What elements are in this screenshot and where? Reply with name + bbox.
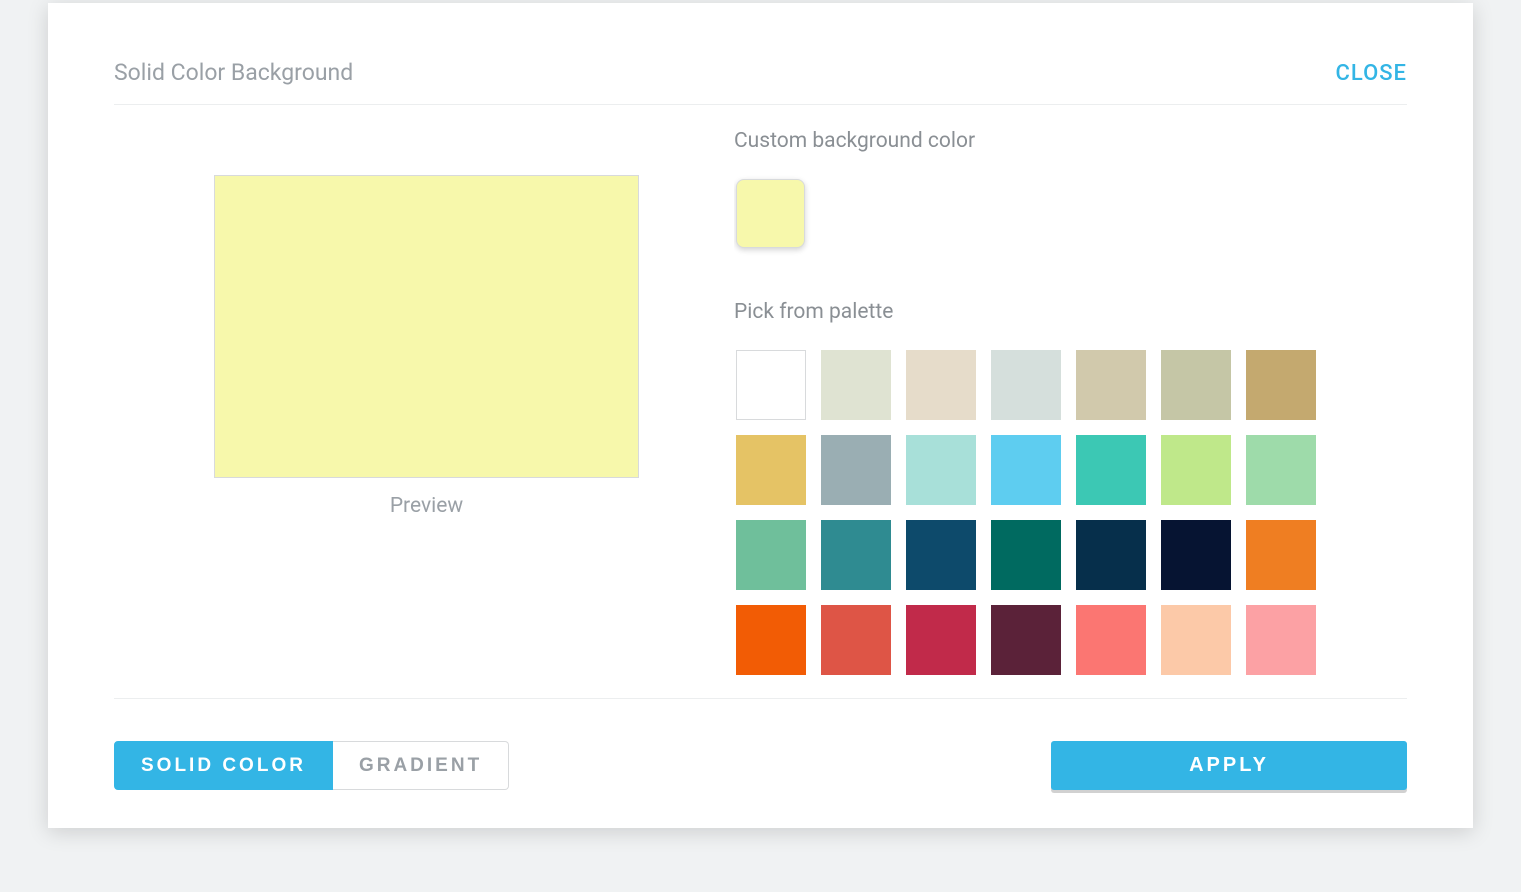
modal-title: Solid Color Background (114, 59, 353, 86)
palette-swatch[interactable] (906, 350, 976, 420)
modal-footer: SOLID COLOR GRADIENT APPLY (114, 698, 1407, 828)
palette-swatch[interactable] (1246, 520, 1316, 590)
mode-tab-group: SOLID COLOR GRADIENT (114, 741, 509, 790)
palette-swatch[interactable] (1161, 605, 1231, 675)
palette-swatch[interactable] (906, 435, 976, 505)
palette-swatch[interactable] (991, 350, 1061, 420)
palette-swatch[interactable] (736, 350, 806, 420)
tab-solid-color[interactable]: SOLID COLOR (114, 741, 333, 790)
palette-swatch[interactable] (906, 520, 976, 590)
custom-color-swatch[interactable] (736, 179, 805, 248)
preview-label: Preview (214, 494, 639, 518)
preview-swatch (214, 175, 639, 478)
close-button[interactable]: CLOSE (1336, 61, 1407, 86)
apply-button[interactable]: APPLY (1051, 741, 1407, 790)
palette-swatch[interactable] (991, 605, 1061, 675)
background-picker-modal: Solid Color Background CLOSE Preview Cus… (48, 3, 1473, 828)
palette-swatch[interactable] (1161, 435, 1231, 505)
modal-header: Solid Color Background CLOSE (48, 3, 1473, 104)
palette-swatch[interactable] (736, 435, 806, 505)
modal-body: Preview Custom background color Pick fro… (48, 105, 1473, 698)
palette-swatch[interactable] (1076, 520, 1146, 590)
preview-column: Preview (114, 125, 734, 698)
palette-label: Pick from palette (734, 300, 1409, 324)
palette-swatch[interactable] (1076, 350, 1146, 420)
palette-swatch[interactable] (991, 520, 1061, 590)
palette-swatch[interactable] (736, 605, 806, 675)
palette-swatch[interactable] (821, 605, 891, 675)
palette-swatch[interactable] (991, 435, 1061, 505)
palette-swatch[interactable] (736, 520, 806, 590)
palette-swatch[interactable] (821, 350, 891, 420)
custom-color-label: Custom background color (734, 129, 1409, 153)
palette-swatch[interactable] (1161, 520, 1231, 590)
palette-swatch[interactable] (1076, 605, 1146, 675)
options-column[interactable]: Custom background color Pick from palett… (734, 125, 1423, 698)
palette-swatch[interactable] (821, 520, 891, 590)
palette-swatch[interactable] (1246, 350, 1316, 420)
palette-swatch[interactable] (1246, 435, 1316, 505)
palette-swatch[interactable] (1246, 605, 1316, 675)
palette-grid (734, 350, 1409, 698)
palette-swatch[interactable] (821, 435, 891, 505)
palette-swatch[interactable] (1076, 435, 1146, 505)
palette-swatch[interactable] (906, 605, 976, 675)
palette-swatch[interactable] (1161, 350, 1231, 420)
tab-gradient[interactable]: GRADIENT (333, 741, 509, 790)
